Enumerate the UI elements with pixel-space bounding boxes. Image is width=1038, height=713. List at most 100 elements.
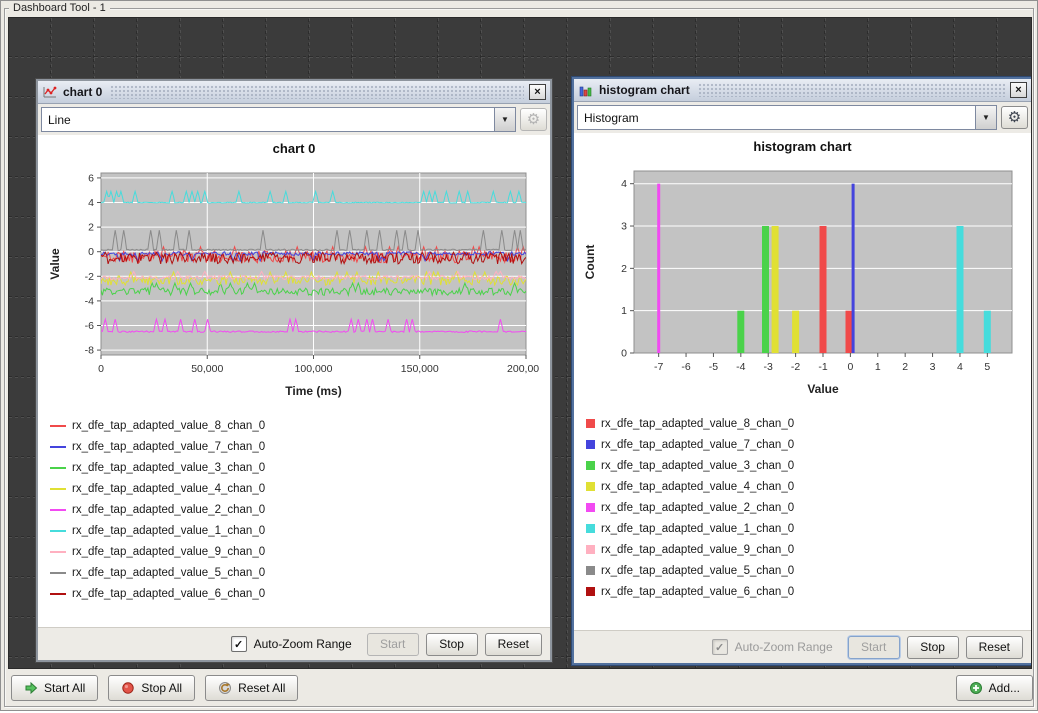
chart-type-select[interactable]: Line ▼: [41, 107, 516, 132]
frame-titlebar-histogram[interactable]: histogram chart ×: [574, 79, 1031, 102]
legend-marker: [586, 587, 595, 596]
svg-text:Time (ms): Time (ms): [285, 384, 341, 398]
histogram-panel: histogram chart 01234-7-6-5-4-3-2-101234…: [574, 133, 1031, 630]
frame-title: chart 0: [63, 85, 102, 99]
svg-text:-6: -6: [85, 320, 94, 332]
histogram-controls: ✓ Auto-Zoom Range Start Stop Reset: [574, 630, 1031, 663]
svg-text:150,000: 150,000: [401, 363, 439, 375]
chevron-down-icon[interactable]: ▼: [975, 106, 996, 129]
svg-text:-8: -8: [85, 345, 94, 357]
legend-label: rx_dfe_tap_adapted_value_8_chan_0: [72, 420, 265, 432]
svg-text:-3: -3: [764, 361, 773, 373]
reset-all-button[interactable]: Reset All: [205, 675, 298, 701]
legend: rx_dfe_tap_adapted_value_8_chan_0 rx_dfe_…: [38, 415, 550, 604]
frame-title: histogram chart: [599, 83, 690, 97]
svg-text:4: 4: [621, 178, 627, 190]
legend-marker: [586, 419, 595, 428]
legend-item: rx_dfe_tap_adapted_value_5_chan_0: [50, 562, 550, 583]
svg-text:3: 3: [621, 221, 627, 233]
svg-text:2: 2: [902, 361, 908, 373]
svg-text:4: 4: [957, 361, 963, 373]
frame-titlebar-chart0[interactable]: chart 0 ×: [38, 81, 550, 104]
histogram-icon: [578, 83, 594, 97]
legend-marker: [50, 551, 66, 553]
legend-label: rx_dfe_tap_adapted_value_2_chan_0: [601, 502, 794, 514]
window-title: Dashboard Tool - 1: [9, 1, 110, 15]
legend-marker: [586, 524, 595, 533]
legend-label: rx_dfe_tap_adapted_value_5_chan_0: [72, 567, 265, 579]
reset-all-icon: [218, 681, 232, 695]
stop-button[interactable]: Stop: [907, 636, 959, 659]
chart-type-select[interactable]: Histogram ▼: [577, 105, 997, 130]
legend-item: rx_dfe_tap_adapted_value_2_chan_0: [50, 499, 550, 520]
stop-all-label: Stop All: [141, 681, 182, 695]
legend-marker: [50, 446, 66, 448]
stop-all-icon: [121, 681, 135, 695]
legend-label: rx_dfe_tap_adapted_value_6_chan_0: [601, 586, 794, 598]
close-icon[interactable]: ×: [1010, 82, 1027, 98]
internal-frame-chart0: chart 0 × Line ▼ ⚙ chart 0 6420-2-4-6-80…: [36, 79, 552, 662]
chevron-down-icon[interactable]: ▼: [494, 108, 515, 131]
legend-marker: [50, 572, 66, 574]
chart-title: chart 0: [38, 141, 550, 161]
auto-zoom-checkbox: ✓: [712, 639, 728, 655]
settings-gear-button: ⚙: [520, 108, 547, 131]
reset-button[interactable]: Reset: [966, 636, 1023, 659]
app-window: Dashboard Tool - 1: [0, 0, 1038, 711]
stop-button[interactable]: Stop: [426, 633, 478, 656]
legend-marker: [50, 509, 66, 511]
svg-text:100,000: 100,000: [295, 363, 333, 375]
svg-text:5: 5: [984, 361, 990, 373]
line-chart-plot[interactable]: 6420-2-4-6-8050,000100,000150,000200,000…: [43, 161, 539, 401]
svg-text:-2: -2: [791, 361, 800, 373]
legend-item: rx_dfe_tap_adapted_value_7_chan_0: [50, 436, 550, 457]
legend-label: rx_dfe_tap_adapted_value_2_chan_0: [72, 504, 265, 516]
svg-text:0: 0: [88, 246, 94, 258]
legend-label: rx_dfe_tap_adapted_value_7_chan_0: [72, 441, 265, 453]
legend-item: rx_dfe_tap_adapted_value_7_chan_0: [586, 434, 1031, 455]
svg-text:4: 4: [88, 197, 94, 209]
start-all-label: Start All: [44, 681, 85, 695]
legend-marker: [50, 530, 66, 532]
start-all-button[interactable]: Start All: [11, 675, 98, 701]
add-label: Add...: [989, 681, 1020, 695]
reset-button[interactable]: Reset: [485, 633, 542, 656]
legend-item: rx_dfe_tap_adapted_value_8_chan_0: [586, 413, 1031, 434]
legend-marker: [586, 461, 595, 470]
svg-text:6: 6: [88, 172, 94, 184]
svg-text:-5: -5: [709, 361, 718, 373]
legend-marker: [586, 545, 595, 554]
legend-marker: [586, 482, 595, 491]
bottom-toolbar: Start All Stop All Reset All Add...: [8, 671, 1036, 705]
svg-text:Value: Value: [48, 248, 62, 280]
add-button[interactable]: Add...: [956, 675, 1033, 701]
chart-type-value: Line: [42, 108, 494, 131]
histogram-plot[interactable]: 01234-7-6-5-4-3-2-1012345CountValue: [578, 159, 1024, 399]
legend-label: rx_dfe_tap_adapted_value_1_chan_0: [72, 525, 265, 537]
legend-item: rx_dfe_tap_adapted_value_1_chan_0: [586, 518, 1031, 539]
legend-marker: [586, 440, 595, 449]
settings-gear-button[interactable]: ⚙: [1001, 106, 1028, 129]
legend-marker: [50, 425, 66, 427]
legend-item: rx_dfe_tap_adapted_value_3_chan_0: [586, 455, 1031, 476]
legend-label: rx_dfe_tap_adapted_value_3_chan_0: [72, 462, 265, 474]
line-chart-icon: [42, 85, 58, 99]
legend-label: rx_dfe_tap_adapted_value_9_chan_0: [601, 544, 794, 556]
legend: rx_dfe_tap_adapted_value_8_chan_0rx_dfe_…: [574, 413, 1031, 602]
chart0-panel: chart 0 6420-2-4-6-8050,000100,000150,00…: [38, 135, 550, 627]
close-icon[interactable]: ×: [529, 84, 546, 100]
internal-frame-histogram: histogram chart × Histogram ▼ ⚙ histogra…: [572, 77, 1032, 665]
svg-text:-6: -6: [681, 361, 690, 373]
auto-zoom-checkbox[interactable]: ✓: [231, 636, 247, 652]
start-all-icon: [24, 681, 38, 695]
legend-label: rx_dfe_tap_adapted_value_3_chan_0: [601, 460, 794, 472]
svg-text:0: 0: [847, 361, 853, 373]
stop-all-button[interactable]: Stop All: [108, 675, 195, 701]
legend-item: rx_dfe_tap_adapted_value_4_chan_0: [50, 478, 550, 499]
svg-text:0: 0: [98, 363, 104, 375]
svg-text:3: 3: [930, 361, 936, 373]
legend-item: rx_dfe_tap_adapted_value_3_chan_0: [50, 457, 550, 478]
legend-marker: [586, 503, 595, 512]
svg-text:Count: Count: [583, 245, 597, 280]
auto-zoom-label: Auto-Zoom Range: [735, 640, 833, 654]
